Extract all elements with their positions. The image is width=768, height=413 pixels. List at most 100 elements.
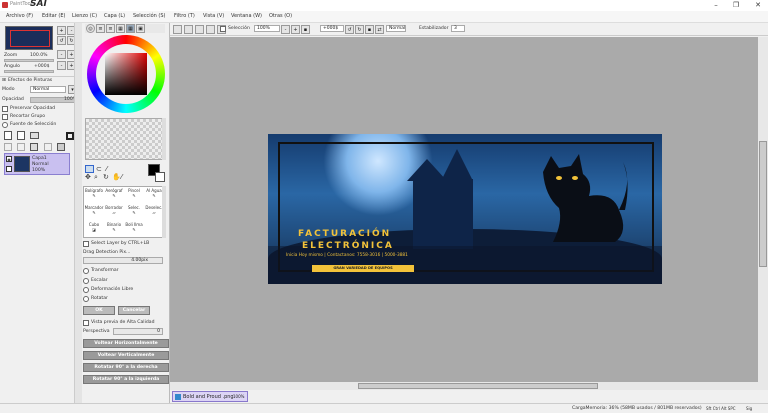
menu-lienzo[interactable]: Lienzo (C) xyxy=(72,13,97,19)
select-layer-checkbox[interactable] xyxy=(83,241,89,247)
zoom-dropdown[interactable]: 100% xyxy=(254,25,280,32)
drag-detection-slider[interactable]: 4.00pix xyxy=(83,257,163,264)
menu-capa[interactable]: Capa (L) xyxy=(104,13,125,19)
minimize-icon[interactable]: – xyxy=(708,0,724,11)
zoom-in-toolbar-icon[interactable]: + xyxy=(291,25,300,34)
brush-effects-label[interactable]: Efectos de Pinturas xyxy=(8,78,52,83)
menu-filtro[interactable]: Filtro (T) xyxy=(174,13,195,19)
angle-minus-button[interactable]: - xyxy=(57,61,66,70)
lasso-icon[interactable]: ⊂ xyxy=(96,165,102,173)
cancel-button[interactable]: Cancelar xyxy=(118,306,150,315)
angle-slider[interactable] xyxy=(4,70,54,73)
rotate-right-button[interactable]: Rotatar 90° a la derecha xyxy=(83,363,169,372)
zoom-out-toolbar-icon[interactable]: - xyxy=(281,25,290,34)
flip-view-icon[interactable]: ⇄ xyxy=(375,25,384,34)
tool-pincel[interactable]: Pincel ✎ xyxy=(124,188,144,198)
zoom-tool-icon[interactable]: ⌕ xyxy=(94,173,98,182)
toolbar-btn-2-icon[interactable] xyxy=(184,25,193,34)
tool-boligrafo[interactable]: Bolígrafo ✎ xyxy=(84,188,104,198)
toolbar-btn-3-icon[interactable] xyxy=(195,25,204,34)
tool-cubo[interactable]: Cubo ◪ xyxy=(84,222,104,232)
rotate-ccw-toolbar-icon[interactable]: ↺ xyxy=(345,25,354,34)
rgb-mode-icon[interactable]: ≡ xyxy=(96,24,105,33)
swatch-mode-icon[interactable]: ▣ xyxy=(136,24,145,33)
rotate-tool-icon[interactable]: ↻ xyxy=(103,173,109,181)
mode-select[interactable]: Normal xyxy=(30,86,66,93)
menu-vista[interactable]: Vista (V) xyxy=(203,13,224,19)
close-icon[interactable]: ✕ xyxy=(750,0,766,11)
rotate-cw-toolbar-icon[interactable]: ↻ xyxy=(355,25,364,34)
zoom-minus-button[interactable]: - xyxy=(57,50,66,59)
eyedropper-icon[interactable]: ⁄ xyxy=(121,173,122,181)
tool-boli-ilma[interactable]: Boli Ilma ✎ xyxy=(124,222,144,232)
horizontal-scrollbar[interactable] xyxy=(170,382,768,390)
menu-archivo[interactable]: Archivo (F) xyxy=(6,13,33,19)
preserve-opacity-checkbox[interactable] xyxy=(2,106,8,112)
transform-radio[interactable] xyxy=(83,268,89,274)
scale-radio[interactable] xyxy=(83,278,89,284)
hsv-mode-icon[interactable]: ≡ xyxy=(106,24,115,33)
layer-row[interactable]: ◉ Capa1 Normal 100% xyxy=(4,153,70,175)
new-layer-icon[interactable] xyxy=(4,131,12,140)
mixer-scrollbar[interactable] xyxy=(162,118,166,160)
magic-wand-icon[interactable]: ⁄ xyxy=(106,165,107,173)
clip-group-checkbox[interactable] xyxy=(2,114,8,120)
free-deform-radio[interactable] xyxy=(83,287,89,293)
toolbar-btn-1-icon[interactable] xyxy=(173,25,182,34)
layer-lock-icon[interactable] xyxy=(6,166,12,172)
delete-layer-icon[interactable] xyxy=(57,143,65,151)
vertical-scrollbar[interactable] xyxy=(758,37,768,382)
navigator-viewport[interactable] xyxy=(10,30,50,47)
color-mixer-area[interactable] xyxy=(85,118,165,160)
folder-icon[interactable] xyxy=(30,132,39,139)
palette-mode-icon[interactable]: ▦ xyxy=(116,24,125,33)
vertical-scroll-thumb[interactable] xyxy=(759,141,767,267)
eye-icon[interactable]: ◉ xyxy=(6,156,12,162)
tool-al-agua[interactable]: Al Agua ✎ xyxy=(144,188,164,198)
zoom-slider[interactable] xyxy=(4,59,54,62)
new-layer-set-icon[interactable] xyxy=(17,131,25,140)
menu-ventana[interactable]: Ventana (W) xyxy=(231,13,262,19)
color-saturation-square[interactable] xyxy=(105,53,147,95)
tool-binario[interactable]: Binario ✎ xyxy=(104,222,124,232)
tool-borrador[interactable]: Borrador ▱ xyxy=(104,205,124,215)
move-icon[interactable]: ✥ xyxy=(85,173,91,181)
menu-seleccion[interactable]: Selección (S) xyxy=(133,13,166,19)
plus-icon[interactable]: ⊞ xyxy=(2,78,6,83)
tool-deselec[interactable]: Deselec. ▱ xyxy=(144,205,164,215)
rotate-reset-icon[interactable]: ▪ xyxy=(365,25,374,34)
mixer-mode-icon[interactable]: ▦ xyxy=(126,24,135,33)
rotate-left-icon[interactable]: ↺ xyxy=(57,36,66,45)
angle-dropdown[interactable]: +000$ xyxy=(320,25,344,32)
flip-vertical-button[interactable]: Voltear Verticalmente xyxy=(83,351,169,360)
perspective-slider[interactable]: 0 xyxy=(113,328,163,335)
transfer-down-icon[interactable] xyxy=(4,143,12,151)
tool-palette-scrollbar[interactable] xyxy=(162,186,166,238)
color-wheel[interactable] xyxy=(87,35,165,113)
maximize-icon[interactable]: ❐ xyxy=(728,0,744,11)
selection-checkbox[interactable] xyxy=(220,26,226,32)
zoom-reset-icon[interactable]: ▪ xyxy=(301,25,310,34)
tool-marcador[interactable]: Marcador ✎ xyxy=(84,205,104,215)
selection-source-checkbox[interactable] xyxy=(2,122,8,128)
horizontal-scroll-thumb[interactable] xyxy=(358,383,598,389)
menu-otras[interactable]: Otras (O) xyxy=(269,13,292,19)
flip-horizontal-button[interactable]: Voltear Horizontalmente xyxy=(83,339,169,348)
wheel-mode-icon[interactable]: ◎ xyxy=(86,24,95,33)
menu-editar[interactable]: Editar (E) xyxy=(42,13,65,19)
canvas-artwork[interactable]: FACTURACIÓN ELECTRÓNICA Inicia Hoy mismo… xyxy=(268,134,662,284)
tool-aerografo[interactable]: Aerógraf ✎ xyxy=(104,188,124,198)
clear-layer-icon[interactable] xyxy=(30,143,38,151)
document-tab[interactable]: Bold and Proud .png 100% xyxy=(172,391,248,402)
navigator-thumbnail[interactable] xyxy=(5,26,53,50)
hand-icon[interactable]: ✋ xyxy=(112,173,121,181)
layer-extra-icon[interactable] xyxy=(44,143,52,151)
blend-mode-dropdown[interactable]: Normal xyxy=(386,25,406,32)
ok-button[interactable]: OK xyxy=(83,306,115,315)
zoom-in-icon[interactable]: + xyxy=(57,26,66,35)
stabilizer-dropdown[interactable]: 3 xyxy=(451,25,465,32)
toolbar-btn-4-icon[interactable] xyxy=(206,25,215,34)
merge-down-icon[interactable] xyxy=(17,143,25,151)
left-panel-scrollbar[interactable] xyxy=(74,23,82,405)
rect-select-icon[interactable] xyxy=(85,165,94,173)
